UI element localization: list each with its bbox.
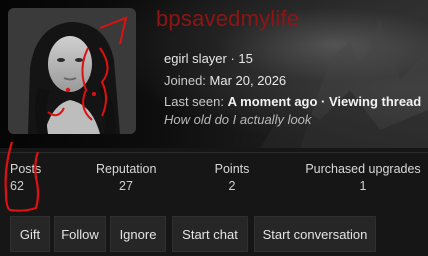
joined-info: Joined: Mar 20, 2026 <box>164 72 286 89</box>
joined-date: Mar 20, 2026 <box>209 73 287 88</box>
stat-purchased-upgrades[interactable]: Purchased upgrades 1 <box>305 161 421 194</box>
stat-reputation-label: Reputation <box>96 162 157 176</box>
stat-points-label: Points <box>214 162 250 176</box>
stat-upgrades-label: Purchased upgrades <box>305 162 421 176</box>
follow-button[interactable]: Follow <box>54 216 106 252</box>
user-age: 15 <box>238 51 253 66</box>
last-seen-separator: · <box>317 94 329 109</box>
stat-posts-label: Posts <box>10 162 42 176</box>
last-seen-time: A moment ago <box>227 94 318 109</box>
start-chat-button[interactable]: Start chat <box>172 216 248 252</box>
status-message: How old do I actually look <box>164 112 312 127</box>
profile-card: bpsavedmylife egirl slayer · 15 Joined: … <box>0 0 428 256</box>
user-title: egirl slayer · 15 <box>164 50 253 67</box>
username[interactable]: bpsavedmylife <box>156 6 299 32</box>
profile-actions: Gift Follow Ignore Start chat Start conv… <box>0 214 428 256</box>
last-seen-label: Last seen: <box>164 94 224 109</box>
avatar-photo <box>8 8 136 134</box>
start-conversation-button[interactable]: Start conversation <box>254 216 376 252</box>
last-seen-activity[interactable]: Viewing thread <box>329 94 421 109</box>
ignore-button[interactable]: Ignore <box>110 216 166 252</box>
stat-reputation-value: 27 <box>119 179 133 193</box>
title-separator: · <box>226 51 239 66</box>
profile-banner: bpsavedmylife egirl slayer · 15 Joined: … <box>0 0 428 148</box>
joined-label: Joined: <box>164 73 206 88</box>
stat-posts[interactable]: Posts 62 <box>10 161 41 194</box>
stat-upgrades-value: 1 <box>359 179 367 193</box>
stat-reputation[interactable]: Reputation 27 <box>96 161 156 194</box>
avatar[interactable] <box>8 8 136 134</box>
last-seen-info: Last seen: A moment ago · Viewing thread <box>164 93 421 110</box>
stats-row: Posts 62 Reputation 27 Points 2 Purchase… <box>0 152 428 204</box>
stat-points-value: 2 <box>228 179 236 193</box>
gift-button[interactable]: Gift <box>10 216 50 252</box>
stat-posts-value: 62 <box>10 179 24 193</box>
user-title-text: egirl slayer <box>164 51 227 66</box>
stat-points[interactable]: Points 2 <box>202 161 262 194</box>
